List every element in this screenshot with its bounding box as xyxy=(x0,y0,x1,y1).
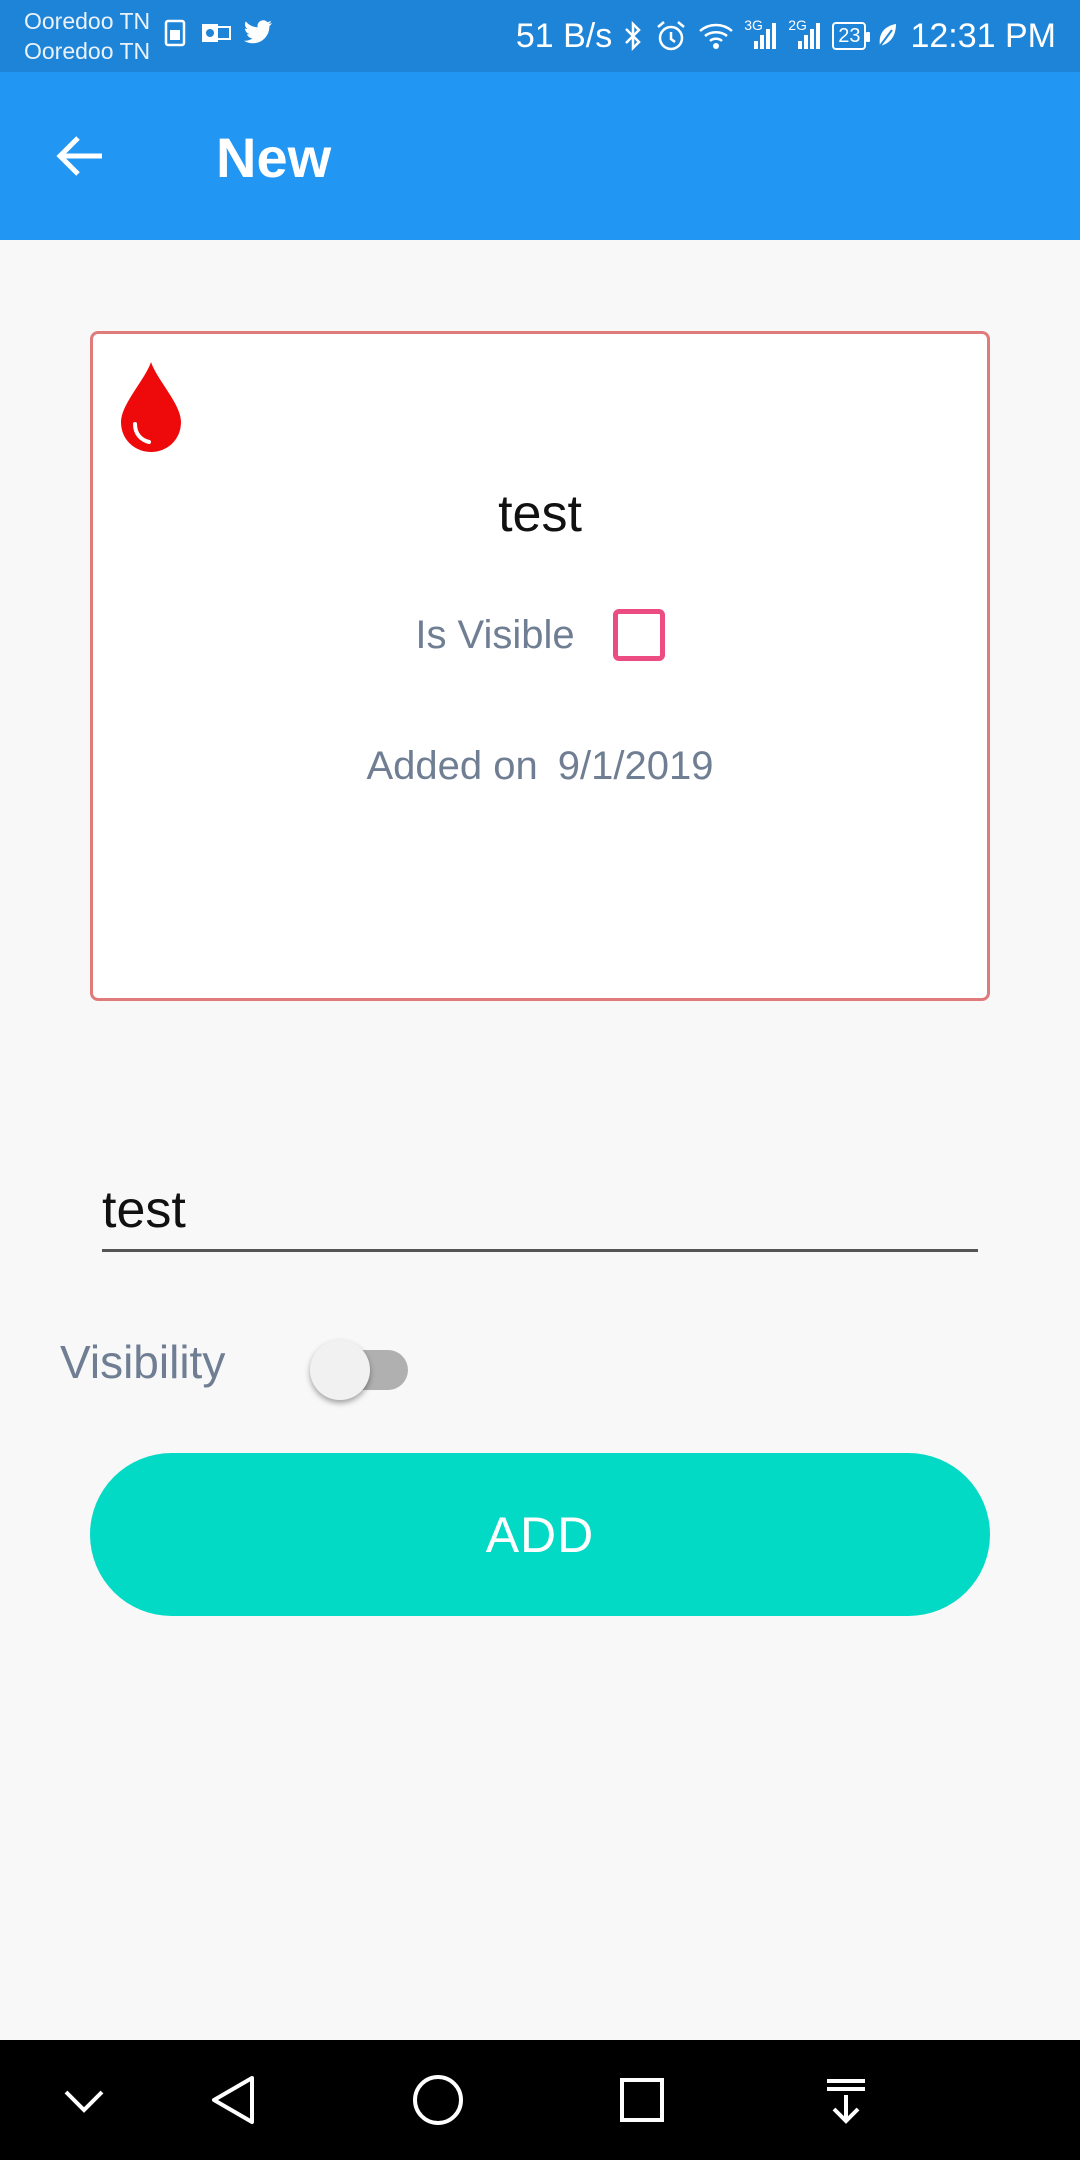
notification-icons xyxy=(160,18,274,48)
notification-pull-icon xyxy=(827,2079,865,2124)
name-input[interactable] xyxy=(102,1170,978,1252)
is-visible-checkbox[interactable] xyxy=(612,609,665,661)
carrier-labels: Ooredoo TN Ooredoo TN xyxy=(24,6,150,66)
outlook-icon xyxy=(200,18,232,48)
status-bar: Ooredoo TN Ooredoo TN 51 B/s 3G 2G 23 12… xyxy=(0,0,1080,72)
sim-card-icon xyxy=(160,18,190,48)
hide-nav-button[interactable] xyxy=(44,2060,124,2140)
bluetooth-icon xyxy=(622,20,644,52)
signal-3g-icon: 3G xyxy=(744,17,778,51)
data-speed: 51 B/s xyxy=(515,16,613,55)
signal-2g-icon: 2G xyxy=(788,17,822,51)
back-button[interactable] xyxy=(40,116,120,196)
is-visible-row: Is Visible xyxy=(93,609,987,661)
nav-home-button[interactable] xyxy=(398,2060,478,2140)
visibility-label: Visibility xyxy=(60,1336,226,1388)
add-button[interactable]: ADD xyxy=(90,1453,990,1616)
page-title: New xyxy=(216,126,332,189)
network-1-label: 3G xyxy=(744,17,763,33)
home-circle-icon xyxy=(413,2075,463,2125)
navigation-bar xyxy=(0,2040,1080,2160)
carrier-1: Ooredoo TN xyxy=(24,8,151,34)
twitter-icon xyxy=(242,19,274,47)
added-on-date: 9/1/2019 xyxy=(557,744,714,788)
added-on-label: Added on xyxy=(366,744,538,788)
nav-back-button[interactable] xyxy=(194,2060,274,2140)
nav-notifications-button[interactable] xyxy=(806,2060,886,2140)
toggle-thumb xyxy=(310,1340,370,1400)
chevron-down-icon xyxy=(64,2090,104,2113)
preview-card: test Is Visible Added on 9/1/2019 xyxy=(90,331,990,1001)
recents-square-icon xyxy=(620,2078,664,2122)
carrier-2: Ooredoo TN xyxy=(24,38,151,64)
back-triangle-icon xyxy=(212,2076,254,2124)
blood-drop-icon xyxy=(121,362,181,452)
leaf-icon xyxy=(876,22,900,50)
battery-icon: 23 xyxy=(832,22,871,50)
is-visible-label: Is Visible xyxy=(415,612,575,657)
added-on-row: Added on 9/1/2019 xyxy=(93,744,987,789)
wifi-icon xyxy=(698,21,734,51)
app-bar: New xyxy=(0,72,1080,240)
clock: 12:31 PM xyxy=(910,16,1056,55)
card-title: test xyxy=(498,485,582,543)
battery-level: 23 xyxy=(838,25,861,47)
nav-recents-button[interactable] xyxy=(602,2060,682,2140)
alarm-icon xyxy=(654,19,688,53)
network-2-label: 2G xyxy=(788,17,807,33)
visibility-toggle[interactable] xyxy=(310,1336,410,1400)
status-icons-right: 51 B/s 3G 2G 23 12:31 PM xyxy=(516,0,1056,72)
arrow-back-icon xyxy=(56,136,102,176)
